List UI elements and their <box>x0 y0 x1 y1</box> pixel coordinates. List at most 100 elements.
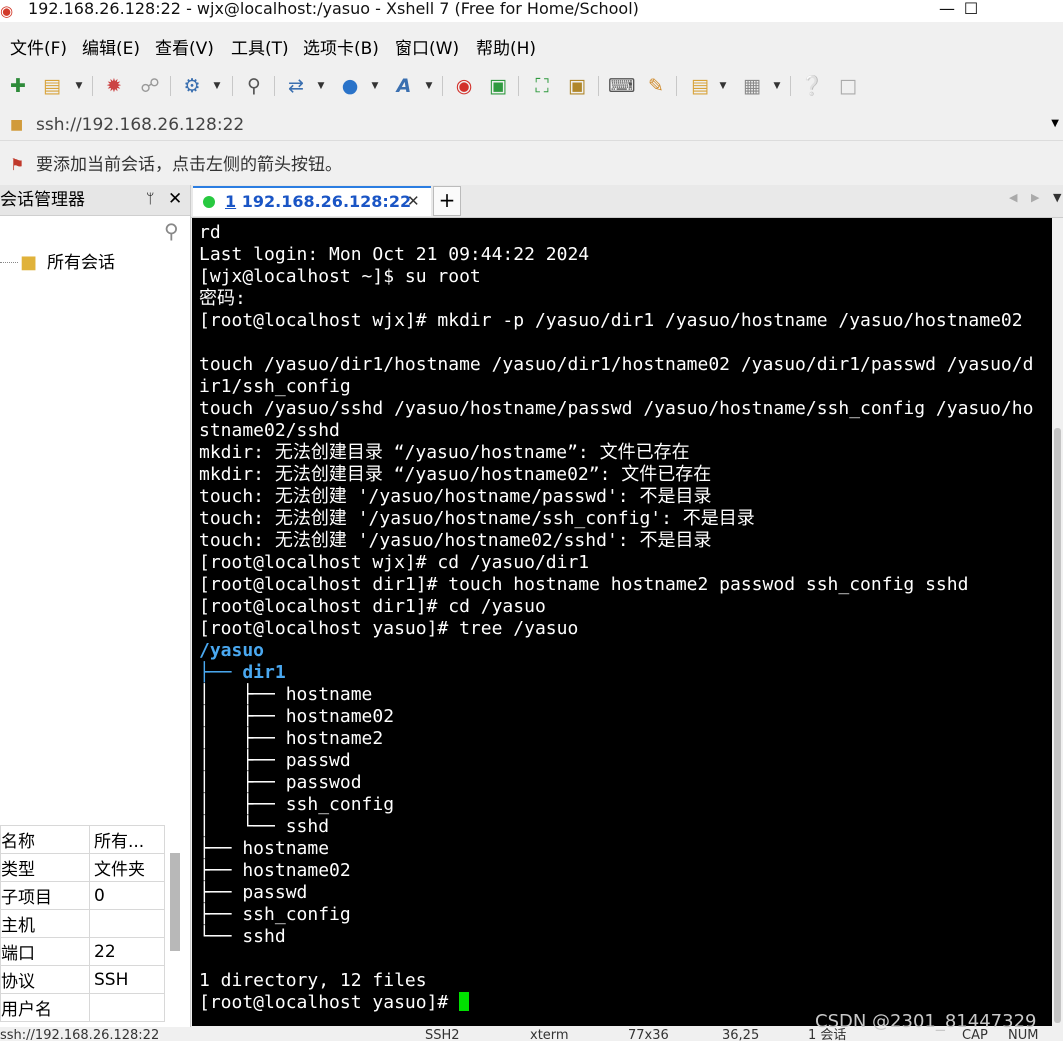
property-key: 子项目 <box>0 881 90 910</box>
bookmark-flag-icon[interactable]: ⚑ <box>10 155 24 174</box>
reconnect-icon[interactable]: ✹ <box>102 74 126 98</box>
chevron-down-icon[interactable]: ▼ <box>718 74 728 98</box>
toolbar-separator <box>274 76 275 96</box>
property-key: 主机 <box>0 909 90 938</box>
terminal-line: │ └── sshd <box>199 816 330 837</box>
properties-table: 名称 所有... 类型 文件夹 子项目 0 主机 端口 22 协议 SSH 用户名 <box>0 825 165 1022</box>
table-row: 主机 <box>0 909 165 938</box>
status-protocol: SSH2 <box>425 1028 460 1041</box>
chevron-down-icon[interactable]: ▼ <box>1053 191 1061 204</box>
xshell-icon[interactable]: ◉ <box>452 74 476 98</box>
chevron-down-icon[interactable]: ▼ <box>370 74 380 98</box>
chevron-down-icon[interactable]: ▼ <box>316 74 326 98</box>
properties-icon[interactable]: ⚙ <box>180 74 204 98</box>
status-size: 77x36 <box>628 1028 669 1041</box>
chevron-down-icon[interactable]: ▼ <box>1051 118 1059 129</box>
property-key: 类型 <box>0 853 90 882</box>
menu-file[interactable]: 文件(F) <box>10 36 67 62</box>
terminal-line: 1 directory, 12 files <box>199 970 427 991</box>
scrollbar-thumb[interactable] <box>1054 428 1061 1023</box>
menu-view[interactable]: 查看(V) <box>155 36 214 62</box>
tab-host: 192.168.26.128:22 <box>241 192 412 211</box>
property-value: 文件夹 <box>89 853 165 882</box>
property-key: 用户名 <box>0 993 90 1022</box>
menu-tabs[interactable]: 选项卡(B) <box>303 36 379 62</box>
search-icon[interactable]: ⚲ <box>164 219 179 243</box>
font-icon[interactable]: A <box>392 74 416 98</box>
script-icon[interactable]: ▤ <box>688 74 712 98</box>
table-row: 子项目 0 <box>0 881 165 910</box>
session-manager-title: 会话管理器 <box>0 190 85 210</box>
menu-bar: 文件(F) 编辑(E) 查看(V) 工具(T) 选项卡(B) 窗口(W) 帮助(… <box>0 36 1063 62</box>
tree-connector <box>0 262 18 263</box>
open-folder-icon[interactable]: ▤ <box>40 74 64 98</box>
terminal-line: ├── ssh_config <box>199 904 351 925</box>
transfer-icon[interactable]: ⇄ <box>284 74 308 98</box>
tab-number: 1 <box>225 192 237 211</box>
close-icon[interactable]: ✕ <box>407 192 420 210</box>
chevron-down-icon[interactable]: ▼ <box>74 74 84 98</box>
xftp-icon[interactable]: ▣ <box>486 74 510 98</box>
layout-icon[interactable]: ▦ <box>740 74 764 98</box>
terminal[interactable]: rd Last login: Mon Oct 21 09:44:22 2024 [w… <box>192 218 1052 1026</box>
tab-scroll-right-icon[interactable]: ▶ <box>1031 191 1039 204</box>
maximize-button[interactable]: ☐ <box>948 0 994 20</box>
terminal-line: ├── hostname02 <box>199 860 351 881</box>
window-title: 192.168.26.128:22 - wjx@localhost:/yasuo… <box>28 0 639 18</box>
table-row: 端口 22 <box>0 937 165 966</box>
table-row: 用户名 <box>0 993 165 1022</box>
terminal-line: │ ├── passwd <box>199 750 351 771</box>
keyboard-icon[interactable]: ⌨ <box>608 74 635 98</box>
title-bar: ◉ 192.168.26.128:22 - wjx@localhost:/yas… <box>0 0 1063 22</box>
hint-bar: ⚑ 要添加当前会话，点击左侧的箭头按钮。 <box>0 150 1063 180</box>
session-search[interactable]: ⚲ <box>0 217 190 245</box>
table-row: 名称 所有... <box>0 825 165 854</box>
tab-label: 1 192.168.26.128:22 <box>225 191 411 213</box>
new-session-icon[interactable]: ✚ <box>6 74 30 98</box>
property-key: 名称 <box>0 825 90 854</box>
table-row: 协议 SSH <box>0 965 165 994</box>
terminal-line: touch: 无法创建 '/yasuo/hostname/passwd': 不是… <box>199 486 712 507</box>
tab-session-1[interactable]: 1 192.168.26.128:22 ✕ <box>193 186 431 216</box>
highlighter-icon[interactable]: ✎ <box>644 74 668 98</box>
menu-help[interactable]: 帮助(H) <box>476 36 536 62</box>
find-icon[interactable]: ⚲ <box>242 74 266 98</box>
xshell-icon: ◉ <box>0 2 14 20</box>
terminal-line: ir1/ssh_config <box>199 376 351 397</box>
terminal-line: [root@localhost wjx]# mkdir -p /yasuo/di… <box>199 310 1023 331</box>
chevron-down-icon[interactable]: ▼ <box>212 74 222 98</box>
tab-scroll-left-icon[interactable]: ◀ <box>1009 191 1017 204</box>
fullscreen-icon[interactable]: ⛶ <box>530 74 554 98</box>
close-icon[interactable]: ✕ <box>168 189 182 209</box>
terminal-line: rd <box>199 222 221 243</box>
chevron-down-icon[interactable]: ▼ <box>424 74 434 98</box>
terminal-line: touch /yasuo/dir1/hostname /yasuo/dir1/h… <box>199 354 1034 375</box>
menu-tools[interactable]: 工具(T) <box>231 36 289 62</box>
address-input[interactable]: ssh://192.168.26.128:22 <box>36 114 244 136</box>
terminal-line: mkdir: 无法创建目录 “/yasuo/hostname”: 文件已存在 <box>199 442 690 463</box>
menu-edit[interactable]: 编辑(E) <box>82 36 140 62</box>
add-tab-button[interactable]: + <box>433 186 461 216</box>
address-bar: ■ ssh://192.168.26.128:22 ▼ <box>0 110 1063 141</box>
help-icon[interactable]: ❔ <box>800 74 824 98</box>
disconnect-icon[interactable]: ☍ <box>138 74 162 98</box>
terminal-scrollbar[interactable] <box>1052 218 1063 1026</box>
table-row: 类型 文件夹 <box>0 853 165 882</box>
chat-icon[interactable]: □ <box>836 74 860 98</box>
terminal-line: └── sshd <box>199 926 286 947</box>
toolbar: ✚ ▤ ▼ ✹ ☍ ⚙ ▼ ⚲ ⇄ ▼ ● ▼ A ▼ ◉ ▣ ⛶ ▣ ⌨ ✎ … <box>0 70 1063 102</box>
terminal-line: [wjx@localhost ~]$ su root <box>199 266 481 287</box>
terminal-line: /yasuo <box>199 640 265 661</box>
property-value: 0 <box>89 881 165 910</box>
terminal-line: │ ├── hostname02 <box>199 706 395 727</box>
lock-icon: ■ <box>10 117 24 133</box>
terminal-line: │ ├── ssh_config <box>199 794 395 815</box>
properties-scrollbar[interactable] <box>170 853 180 951</box>
chevron-down-icon[interactable]: ▼ <box>772 74 782 98</box>
lock-icon[interactable]: ▣ <box>565 74 589 98</box>
pin-icon[interactable]: ᛘ <box>146 191 154 207</box>
globe-icon[interactable]: ● <box>338 74 362 98</box>
menu-window[interactable]: 窗口(W) <box>395 36 459 62</box>
property-key: 端口 <box>0 937 90 966</box>
